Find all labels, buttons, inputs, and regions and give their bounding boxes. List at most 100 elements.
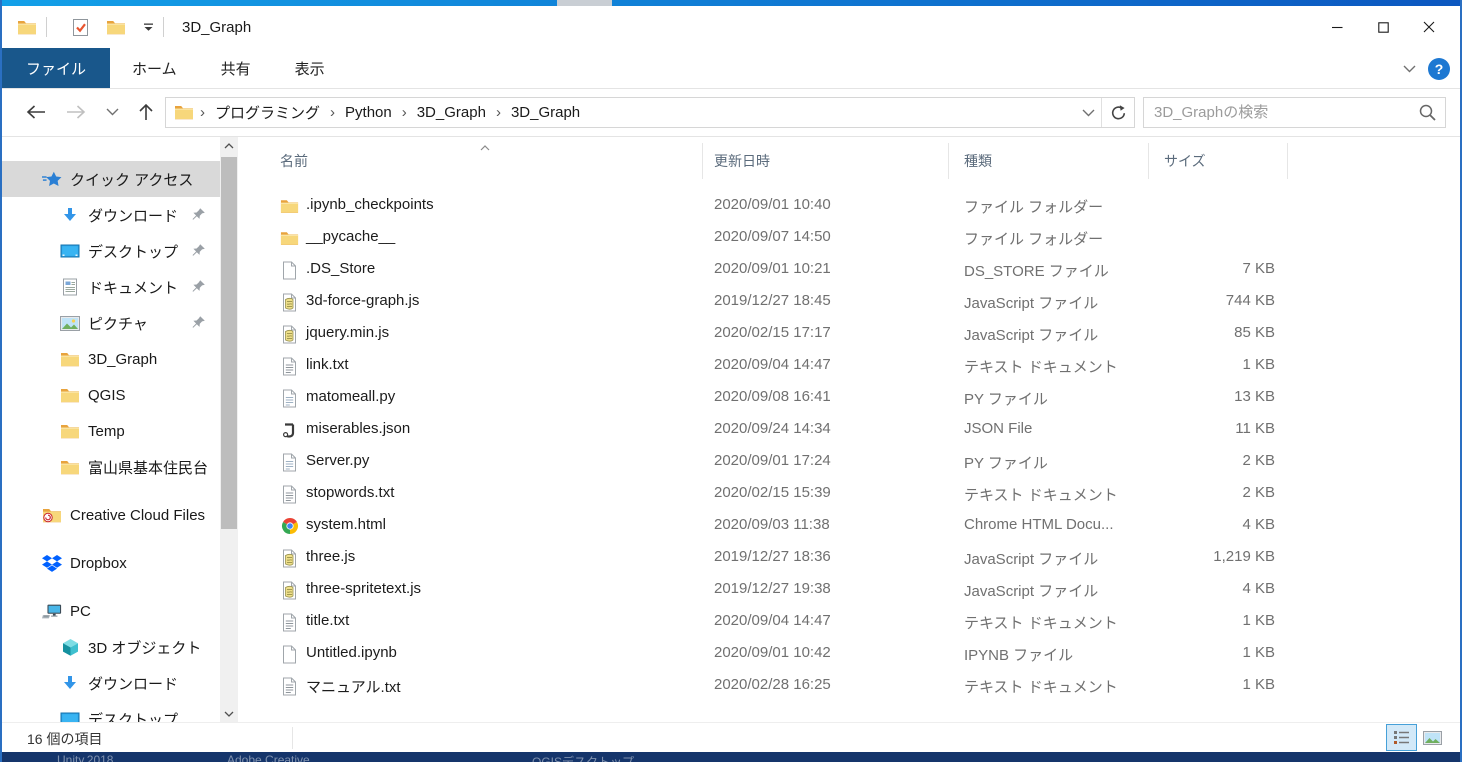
file-type: JSON File: [964, 420, 1032, 437]
breadcrumb-segment[interactable]: 3D_Graph: [413, 104, 490, 121]
sidebar-item[interactable]: ピクチャ: [2, 305, 220, 341]
sidebar-item[interactable]: ダウンロード: [2, 665, 220, 701]
search-icon[interactable]: [1418, 103, 1437, 127]
address-dropdown-icon[interactable]: [1075, 99, 1101, 127]
file-row[interactable]: miserables.json 2020/09/24 14:34 JSON Fi…: [239, 414, 1462, 446]
sidebar-item[interactable]: PC: [2, 593, 220, 629]
file-row[interactable]: マニュアル.txt 2020/02/28 16:25 テキスト ドキュメント 1…: [239, 670, 1462, 702]
folder-icon: [60, 385, 80, 405]
sidebar-item[interactable]: 富山県基本住民台: [2, 449, 220, 485]
file-row[interactable]: __pycache__ 2020/09/07 14:50 ファイル フォルダー: [239, 222, 1462, 254]
properties-icon[interactable]: [69, 17, 91, 37]
scrollbar-thumb[interactable]: [221, 157, 237, 529]
close-button[interactable]: [1406, 6, 1452, 48]
breadcrumb-chevron-icon[interactable]: ›: [396, 104, 413, 121]
file-type: JavaScript ファイル: [964, 292, 1098, 313]
refresh-icon[interactable]: [1102, 99, 1134, 127]
scroll-up-icon[interactable]: [220, 137, 238, 154]
new-folder-icon[interactable]: [105, 17, 127, 37]
column-header-type[interactable]: 種類: [964, 151, 992, 171]
window-controls: [1314, 6, 1452, 48]
ribbon-tab-other[interactable]: 表示: [273, 48, 347, 88]
breadcrumb-chevron-icon[interactable]: ›: [490, 104, 507, 121]
breadcrumb-chevron-icon[interactable]: ›: [194, 104, 211, 121]
minimize-button[interactable]: [1314, 6, 1360, 48]
sidebar-item[interactable]: クイック アクセス: [2, 161, 220, 197]
file-name: マニュアル.txt: [306, 676, 401, 697]
details-view-button[interactable]: [1386, 724, 1417, 751]
address-bar[interactable]: ›プログラミング›Python›3D_Graph›3D_Graph: [165, 97, 1135, 128]
file-type: PY ファイル: [964, 388, 1048, 409]
folder-icon: [280, 196, 299, 216]
ribbon-tab-other[interactable]: 共有: [199, 48, 273, 88]
file-row[interactable]: .ipynb_checkpoints 2020/09/01 10:40 ファイル…: [239, 190, 1462, 222]
file-row[interactable]: Untitled.ipynb 2020/09/01 10:42 IPYNB ファ…: [239, 638, 1462, 670]
breadcrumb-chevron-icon[interactable]: ›: [324, 104, 341, 121]
history-chevron-icon[interactable]: [98, 98, 126, 126]
forward-icon: [62, 98, 90, 126]
sidebar-item[interactable]: ダウンロード: [2, 197, 220, 233]
file-row[interactable]: three.js 2019/12/27 18:36 JavaScript ファイ…: [239, 542, 1462, 574]
column-header-size[interactable]: サイズ: [1164, 151, 1206, 171]
sidebar-item[interactable]: ドキュメント: [2, 269, 220, 305]
ribbon-collapse-icon[interactable]: [1403, 60, 1416, 78]
sidebar-item[interactable]: Dropbox: [2, 545, 220, 581]
qat-customize-icon[interactable]: [141, 17, 155, 37]
maximize-button[interactable]: [1360, 6, 1406, 48]
column-header-date[interactable]: 更新日時: [714, 151, 770, 171]
file-row[interactable]: link.txt 2020/09/04 14:47 テキスト ドキュメント 1 …: [239, 350, 1462, 382]
breadcrumb-segment[interactable]: Python: [341, 104, 396, 121]
file-row[interactable]: 3d-force-graph.js 2019/12/27 18:45 JavaS…: [239, 286, 1462, 318]
sidebar-item[interactable]: 3D_Graph: [2, 341, 220, 377]
up-icon[interactable]: [132, 98, 160, 126]
file-list-pane: 名前 更新日時 種類 サイズ .ipynb_checkpoints 2020/0…: [239, 137, 1462, 722]
file-date: 2020/09/01 10:42: [714, 644, 831, 661]
back-icon[interactable]: [22, 98, 50, 126]
pc-computer-icon: [42, 601, 62, 621]
file-name: Server.py: [306, 452, 369, 469]
breadcrumb-segment[interactable]: プログラミング: [211, 102, 324, 123]
file-type: JavaScript ファイル: [964, 580, 1098, 601]
file-row[interactable]: jquery.min.js 2020/02/15 17:17 JavaScrip…: [239, 318, 1462, 350]
sidebar-item[interactable]: Temp: [2, 413, 220, 449]
file-row[interactable]: Server.py 2020/09/01 17:24 PY ファイル 2 KB: [239, 446, 1462, 478]
file-date: 2020/02/15 15:39: [714, 484, 831, 501]
file-row[interactable]: title.txt 2020/09/04 14:47 テキスト ドキュメント 1…: [239, 606, 1462, 638]
file-row[interactable]: matomeall.py 2020/09/08 16:41 PY ファイル 13…: [239, 382, 1462, 414]
ribbon-tab-file[interactable]: ファイル: [2, 48, 110, 88]
help-button[interactable]: ?: [1428, 58, 1450, 80]
sidebar-item[interactable]: デスクトップ: [2, 701, 220, 722]
pin-icon: [191, 207, 206, 222]
desktop-screen-icon: [60, 709, 80, 722]
column-header-name[interactable]: 名前: [280, 151, 308, 171]
file-type: JavaScript ファイル: [964, 548, 1098, 569]
sidebar-item[interactable]: QGIS: [2, 377, 220, 413]
star-quick-icon: [42, 169, 62, 189]
file-type: IPYNB ファイル: [964, 644, 1073, 665]
titlebar-divider: [46, 17, 47, 37]
sidebar-scrollbar[interactable]: [220, 137, 238, 722]
search-box[interactable]: [1143, 97, 1446, 128]
file-date: 2020/09/04 14:47: [714, 356, 831, 373]
sidebar-item-label: Dropbox: [70, 555, 220, 572]
file-row[interactable]: three-spritetext.js 2019/12/27 19:38 Jav…: [239, 574, 1462, 606]
file-row[interactable]: stopwords.txt 2020/02/15 15:39 テキスト ドキュメ…: [239, 478, 1462, 510]
sidebar-item-label: 3D オブジェクト: [88, 637, 220, 658]
search-input[interactable]: [1154, 98, 1404, 127]
large-icons-view-button[interactable]: [1417, 724, 1448, 751]
sidebar-item[interactable]: Creative Cloud Files: [2, 497, 220, 533]
sidebar-item-label: PC: [70, 603, 220, 620]
file-row[interactable]: system.html 2020/09/03 11:38 Chrome HTML…: [239, 510, 1462, 542]
file-row[interactable]: .DS_Store 2020/09/01 10:21 DS_STORE ファイル…: [239, 254, 1462, 286]
ribbon-tabs: ファイルホーム共有表示 ?: [2, 48, 1460, 89]
file-type: ファイル フォルダー: [964, 196, 1103, 217]
ribbon-tab-other[interactable]: ホーム: [110, 48, 199, 88]
status-bar: 16 個の項目: [2, 722, 1460, 752]
scroll-down-icon[interactable]: [220, 705, 238, 722]
sidebar-item-label: クイック アクセス: [70, 169, 220, 190]
sidebar-item-label: デスクトップ: [88, 709, 220, 723]
file-size: 2 KB: [1119, 484, 1275, 501]
breadcrumb-segment[interactable]: 3D_Graph: [507, 104, 584, 121]
sidebar-item[interactable]: 3D オブジェクト: [2, 629, 220, 665]
sidebar-item[interactable]: デスクトップ: [2, 233, 220, 269]
